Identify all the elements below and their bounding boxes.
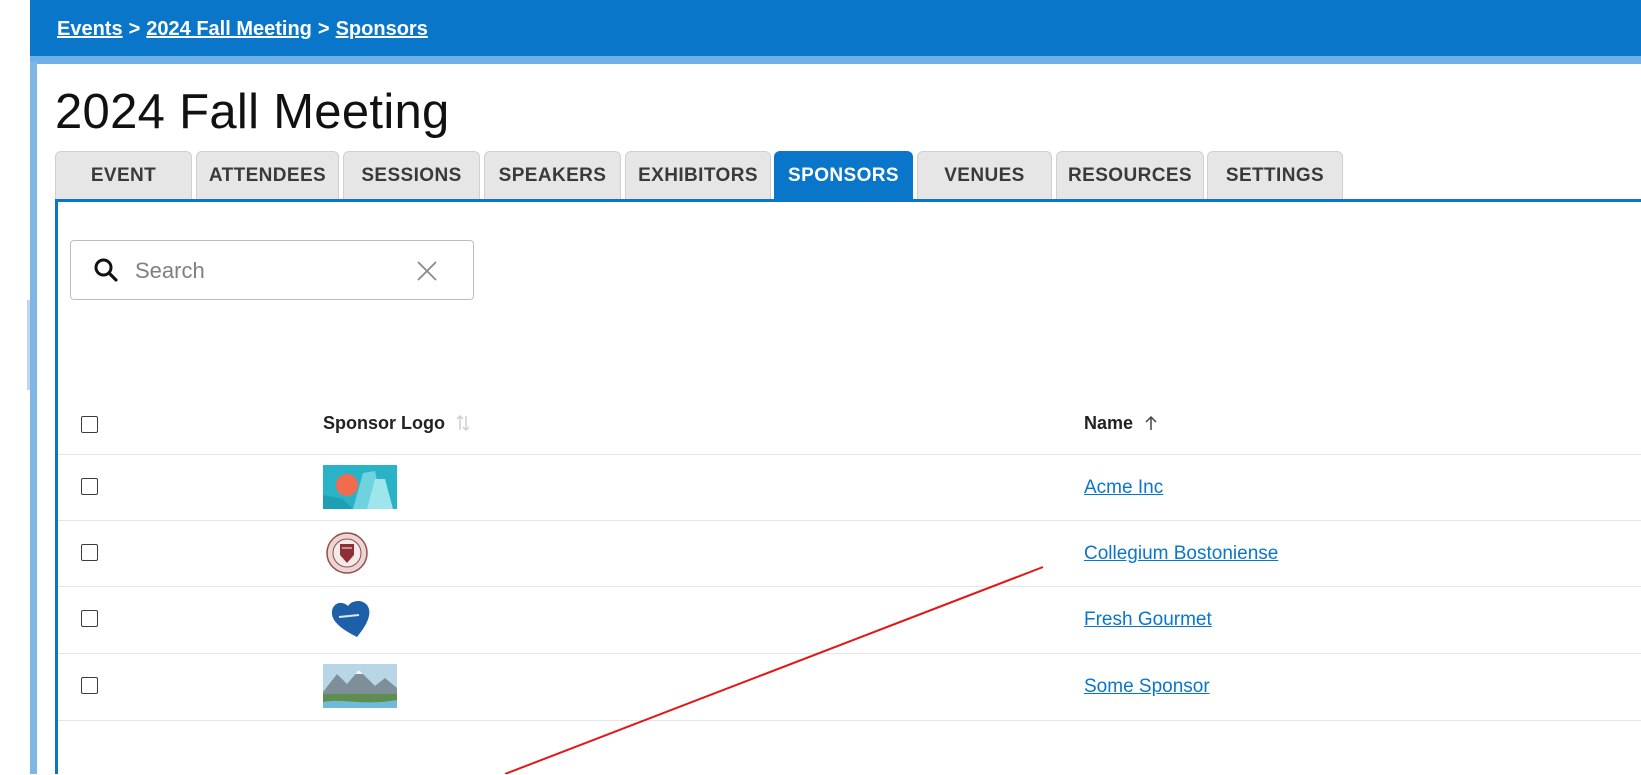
sort-unsorted-icon <box>456 414 470 432</box>
breadcrumb-event-link[interactable]: 2024 Fall Meeting <box>146 18 312 40</box>
row-checkbox[interactable] <box>81 544 98 561</box>
tab-label: ATTENDEES <box>208 164 327 186</box>
table-header: Sponsor Logo Name <box>58 396 1641 454</box>
row-checkbox[interactable] <box>81 677 98 694</box>
tab-settings[interactable]: SETTINGS <box>1207 151 1343 199</box>
table-row: Acme Inc <box>58 454 1641 521</box>
tab-label: VENUES <box>944 164 1025 186</box>
tab-speakers[interactable]: SPEAKERS <box>484 151 621 199</box>
acme-logo <box>323 465 397 509</box>
landscape-logo <box>323 664 397 708</box>
row-checkbox[interactable] <box>81 478 98 495</box>
tab-exhibitors[interactable]: EXHIBITORS <box>625 151 771 199</box>
column-label: Sponsor Logo <box>323 413 445 433</box>
column-header-name[interactable]: Name <box>1084 413 1158 434</box>
sort-ascending-icon <box>1145 415 1157 430</box>
frame-top-border <box>30 56 1641 64</box>
search-icon <box>94 258 118 282</box>
tab-label: EXHIBITORS <box>638 164 758 186</box>
tab-label: RESOURCES <box>1068 164 1192 186</box>
tab-attendees[interactable]: ATTENDEES <box>196 151 339 199</box>
left-edge <box>0 0 30 774</box>
tab-label: EVENT <box>90 164 157 186</box>
breadcrumb-separator: > <box>128 18 141 40</box>
breadcrumb-separator: > <box>317 18 330 40</box>
tab-label: SPONSORS <box>788 164 899 186</box>
table-row: Fresh Gourmet <box>58 586 1641 653</box>
breadcrumb-events-link[interactable]: Events <box>57 18 123 40</box>
tab-label: SETTINGS <box>1225 164 1325 186</box>
sponsor-name-link[interactable]: Acme Inc <box>1084 477 1163 499</box>
frame-left-border <box>30 62 37 774</box>
tab-label: SPEAKERS <box>498 164 607 186</box>
close-icon[interactable] <box>414 258 440 284</box>
seal-logo <box>326 532 368 574</box>
column-label: Name <box>1084 413 1134 433</box>
select-all-checkbox[interactable] <box>81 416 98 433</box>
breadcrumb-sponsors-link[interactable]: Sponsors <box>336 18 428 40</box>
table-row <box>58 720 1641 775</box>
sponsor-name-link[interactable]: Some Sponsor <box>1084 676 1210 698</box>
table-row: Collegium Bostoniense <box>58 520 1641 587</box>
sponsor-name-link[interactable]: Collegium Bostoniense <box>1084 543 1278 565</box>
tab-sessions[interactable]: SESSIONS <box>343 151 480 199</box>
tab-resources[interactable]: RESOURCES <box>1056 151 1204 199</box>
tab-label: SESSIONS <box>361 164 462 186</box>
breadcrumb: Events >2024 Fall Meeting > Sponsors <box>57 18 428 41</box>
search-box[interactable] <box>70 240 474 300</box>
breadcrumb-bar: Events >2024 Fall Meeting > Sponsors <box>30 0 1641 62</box>
table-row: Some Sponsor <box>58 653 1641 720</box>
sponsor-name-link[interactable]: Fresh Gourmet <box>1084 609 1212 631</box>
page-title: 2024 Fall Meeting <box>55 85 450 139</box>
heart-logo <box>331 600 370 637</box>
column-header-sponsor-logo[interactable]: Sponsor Logo <box>323 413 470 434</box>
search-input[interactable] <box>133 253 437 289</box>
tab-venues[interactable]: VENUES <box>917 151 1052 199</box>
tab-event[interactable]: EVENT <box>55 151 192 199</box>
tab-sponsors[interactable]: SPONSORS <box>774 151 913 199</box>
row-checkbox[interactable] <box>81 610 98 627</box>
